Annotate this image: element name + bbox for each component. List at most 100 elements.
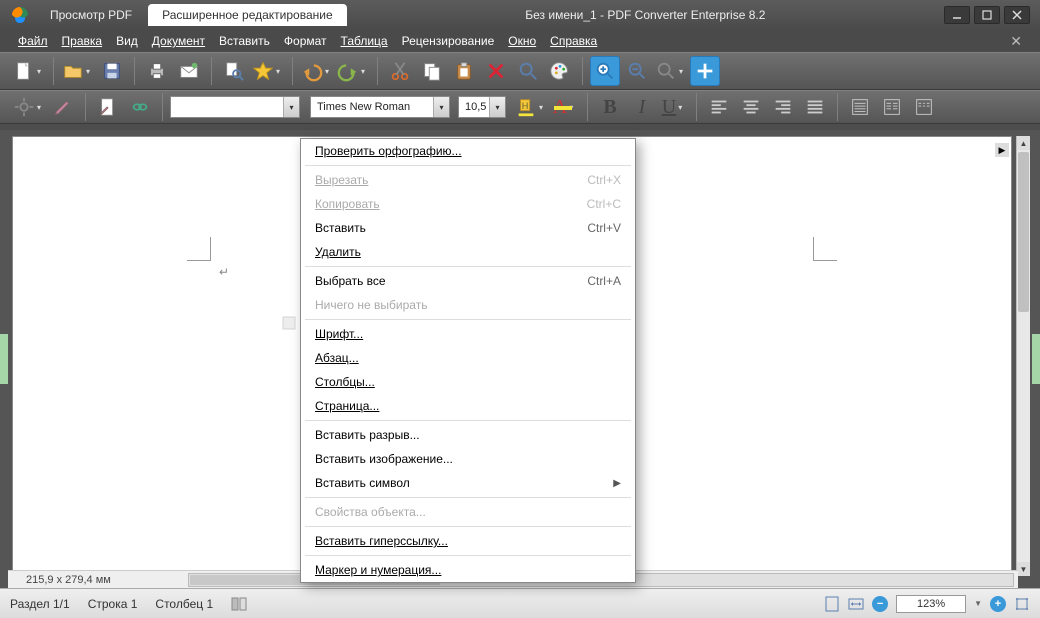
context-menu: Проверить орфографию... ВырезатьCtrl+X К… [300, 138, 636, 583]
menu-paste[interactable]: ВставитьCtrl+V [301, 216, 635, 240]
menu-format[interactable]: Формат [284, 34, 327, 48]
menu-file[interactable]: Файл [18, 34, 48, 48]
left-panel-handle[interactable] [0, 130, 8, 588]
save-button[interactable] [97, 56, 127, 86]
margin-mark-icon [187, 237, 211, 261]
document-tool-button[interactable] [93, 92, 123, 122]
menu-view[interactable]: Вид [116, 34, 138, 48]
menu-select-all[interactable]: Выбрать всеCtrl+A [301, 269, 635, 293]
zoom-value[interactable]: 123% [896, 595, 966, 613]
menu-select-none: Ничего не выбирать [301, 293, 635, 317]
menu-delete[interactable]: Удалить [301, 240, 635, 264]
bold-button[interactable]: B [595, 92, 625, 122]
link-tool-button[interactable] [125, 92, 155, 122]
open-button[interactable]: ▾ [61, 56, 95, 86]
copy-button[interactable] [417, 56, 447, 86]
maximize-button[interactable] [974, 6, 1000, 24]
menu-insert[interactable]: Вставить [219, 34, 270, 48]
zoom-dropdown-icon[interactable]: ▼ [974, 599, 982, 608]
menu-insert-link[interactable]: Вставить гиперссылку... [301, 529, 635, 553]
menu-page[interactable]: Страница... [301, 394, 635, 418]
window-title: Без имени_1 - PDF Converter Enterprise 8… [349, 8, 942, 22]
fit-page-icon[interactable] [824, 596, 840, 612]
settings-button[interactable]: ▾ [12, 92, 46, 122]
columns-1-button[interactable] [845, 92, 875, 122]
highlight-color-button[interactable]: H▾ [514, 92, 548, 122]
menu-review[interactable]: Рецензирование [402, 34, 495, 48]
nav-right-icon[interactable]: ▶ [995, 143, 1009, 157]
font-color-button[interactable]: A▾ [550, 92, 580, 122]
fit-width-icon[interactable] [848, 596, 864, 612]
menu-window[interactable]: Окно [508, 34, 536, 48]
close-document-icon[interactable]: ✕ [1010, 33, 1022, 50]
font-combo[interactable]: Times New Roman▾ [310, 96, 450, 118]
title-bar: Просмотр PDF Расширенное редактирование … [0, 0, 1040, 30]
menu-cut: ВырезатьCtrl+X [301, 168, 635, 192]
menu-insert-symbol[interactable]: Вставить символ▶ [301, 471, 635, 495]
status-column: Столбец 1 [155, 597, 213, 611]
menu-columns[interactable]: Столбцы... [301, 370, 635, 394]
zoom-in-status-button[interactable]: + [990, 596, 1006, 612]
margin-mark-icon [813, 237, 837, 261]
menu-insert-image[interactable]: Вставить изображение... [301, 447, 635, 471]
clipboard-side-icon [281, 315, 297, 331]
zoom-out-button[interactable] [622, 56, 652, 86]
align-center-button[interactable] [736, 92, 766, 122]
toolbar-format: ▾ ▾ Times New Roman▾ 10,5▾ H▾ A▾ B I U▾ [0, 90, 1040, 124]
zoom-out-status-button[interactable]: − [872, 596, 888, 612]
find-button[interactable] [219, 56, 249, 86]
menu-bar: Файл Правка Вид Документ Вставить Формат… [0, 30, 1040, 52]
vertical-scrollbar[interactable]: ▲ ▼ [1016, 136, 1030, 576]
menu-object-props: Свойства объекта... [301, 500, 635, 524]
page-dimensions: 215,9 x 279,4 мм [8, 574, 188, 586]
italic-button[interactable]: I [627, 92, 657, 122]
menu-insert-break[interactable]: Вставить разрыв... [301, 423, 635, 447]
columns-3-button[interactable] [909, 92, 939, 122]
menu-document[interactable]: Документ [152, 34, 205, 48]
svg-text:H: H [522, 101, 529, 111]
paste-button[interactable] [449, 56, 479, 86]
menu-table[interactable]: Таблица [341, 34, 388, 48]
fit-button[interactable] [690, 56, 720, 86]
status-bar: Раздел 1/1 Строка 1 Столбец 1 − 123% ▼ + [0, 588, 1040, 618]
tab-advanced-edit[interactable]: Расширенное редактирование [148, 4, 347, 26]
print-button[interactable] [142, 56, 172, 86]
color-palette-button[interactable] [545, 56, 575, 86]
fullscreen-icon[interactable] [1014, 596, 1030, 612]
font-size-combo[interactable]: 10,5▾ [458, 96, 506, 118]
underline-button[interactable]: U▾ [659, 92, 689, 122]
status-section: Раздел 1/1 [10, 597, 70, 611]
menu-spellcheck[interactable]: Проверить орфографию... [301, 139, 635, 163]
edit-tool-button[interactable] [48, 92, 78, 122]
delete-button[interactable] [481, 56, 511, 86]
menu-edit[interactable]: Правка [62, 34, 103, 48]
align-right-button[interactable] [768, 92, 798, 122]
columns-2-button[interactable] [877, 92, 907, 122]
close-button[interactable] [1004, 6, 1030, 24]
status-line: Строка 1 [88, 597, 138, 611]
right-panel-handle[interactable] [1032, 130, 1040, 588]
menu-copy: КопироватьCtrl+C [301, 192, 635, 216]
minimize-button[interactable] [944, 6, 970, 24]
text-cursor-icon: ↵ [219, 265, 229, 279]
favorites-button[interactable]: ▾ [251, 56, 285, 86]
cut-button[interactable] [385, 56, 415, 86]
align-left-button[interactable] [704, 92, 734, 122]
layout-mode-icon[interactable] [231, 596, 247, 612]
style-combo[interactable]: ▾ [170, 96, 300, 118]
zoom-tool-button[interactable] [513, 56, 543, 86]
menu-paragraph[interactable]: Абзац... [301, 346, 635, 370]
zoom-level-button[interactable]: ▾ [654, 56, 688, 86]
undo-button[interactable]: ▾ [300, 56, 334, 86]
menu-bullets[interactable]: Маркер и нумерация... [301, 558, 635, 582]
email-button[interactable] [174, 56, 204, 86]
zoom-in-button[interactable] [590, 56, 620, 86]
new-button[interactable]: ▾ [12, 56, 46, 86]
app-logo [12, 7, 28, 23]
menu-help[interactable]: Справка [550, 34, 597, 48]
menu-font[interactable]: Шрифт... [301, 322, 635, 346]
tab-view-pdf[interactable]: Просмотр PDF [36, 4, 146, 26]
redo-button[interactable]: ▾ [336, 56, 370, 86]
toolbar-main: ▾ ▾ ▾ ▾ ▾ ▾ [0, 52, 1040, 90]
align-justify-button[interactable] [800, 92, 830, 122]
